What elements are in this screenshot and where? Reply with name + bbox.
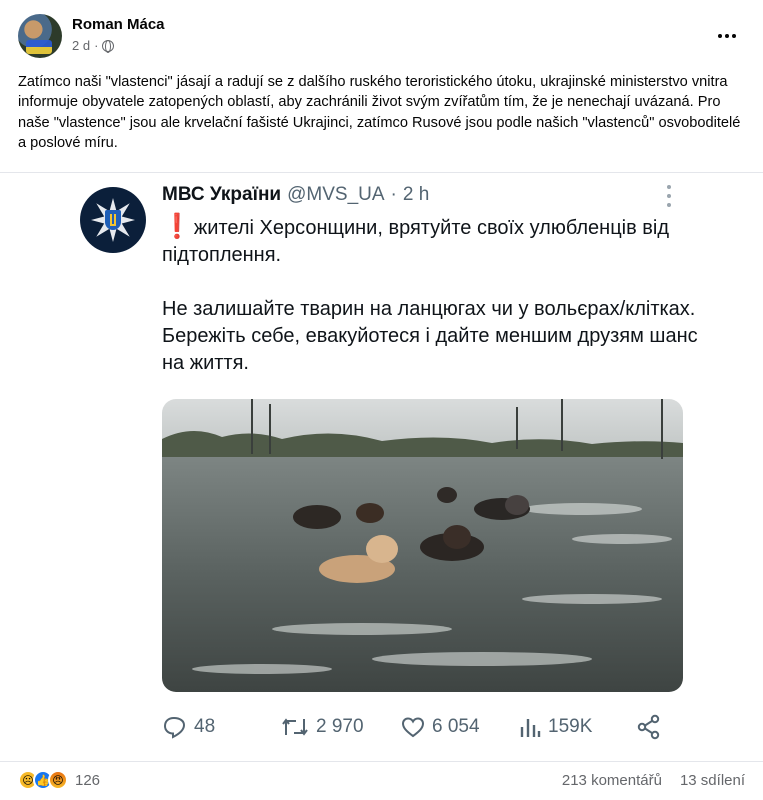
globe-icon	[102, 39, 115, 53]
post-header: Roman Máca 2 d ·	[18, 12, 745, 62]
author-name[interactable]: Roman Máca	[72, 16, 165, 33]
reply-count: 48	[162, 711, 215, 743]
tweet-text: ❗ жителі Херсонщини, врятуйте своїх улюбл…	[162, 213, 702, 377]
shares-link[interactable]: 13 sdílení	[680, 772, 745, 789]
tweet-header: МВС України @MVS_UA · 2 h	[162, 184, 429, 206]
comments-link[interactable]: 213 komentářů	[562, 772, 662, 789]
tweet-line-2: Не залишайте тварин на ланцюгах чи у вол…	[162, 298, 698, 374]
tweet-more-icon	[667, 185, 673, 207]
flooded-street-dogs-photo	[162, 399, 683, 692]
shared-image[interactable]: МВС України @MVS_UA · 2 h ❗ жителі Херсон…	[0, 172, 763, 762]
reply-icon	[163, 716, 186, 739]
post-meta: 2 d ·	[72, 38, 115, 53]
tweet-actions: 48 2 970 6 054 159K	[162, 711, 682, 743]
like-count: 6 054	[400, 711, 480, 743]
post-time[interactable]: 2 d	[72, 38, 90, 53]
tweet-author-name: МВС України	[162, 184, 282, 205]
tweet-time: 2 h	[402, 184, 430, 205]
tweet-dot: ·	[390, 184, 397, 205]
engagement-summary: 213 komentářů 13 sdílení	[562, 772, 745, 789]
share-icon	[636, 711, 662, 743]
post-text: Zatímco naši "vlastenci" jásají a radují…	[18, 74, 741, 152]
more-horizontal-icon	[718, 34, 722, 38]
reactions-summary[interactable]: ☹ 👍 😠 126	[18, 770, 100, 790]
retweet-count: 2 970	[280, 711, 364, 743]
angry-reaction-icon: 😠	[48, 770, 68, 790]
post-footer: ☹ 👍 😠 126 213 komentářů 13 sdílení	[18, 762, 745, 798]
reactions-count: 126	[75, 771, 101, 789]
author-avatar[interactable]	[18, 14, 62, 58]
exclamation-icon: ❗	[162, 213, 192, 240]
tweet-handle: @MVS_UA	[287, 184, 385, 205]
tweet-line-1: жителі Херсонщини, врятуйте своїх улюбле…	[162, 217, 670, 266]
police-emblem-icon	[91, 198, 135, 242]
more-options-button[interactable]	[709, 18, 745, 54]
heart-icon	[401, 717, 425, 738]
analytics-icon	[520, 719, 541, 737]
tweet-avatar	[80, 187, 146, 253]
retweet-icon	[282, 718, 308, 736]
views-count: 159K	[518, 711, 592, 743]
